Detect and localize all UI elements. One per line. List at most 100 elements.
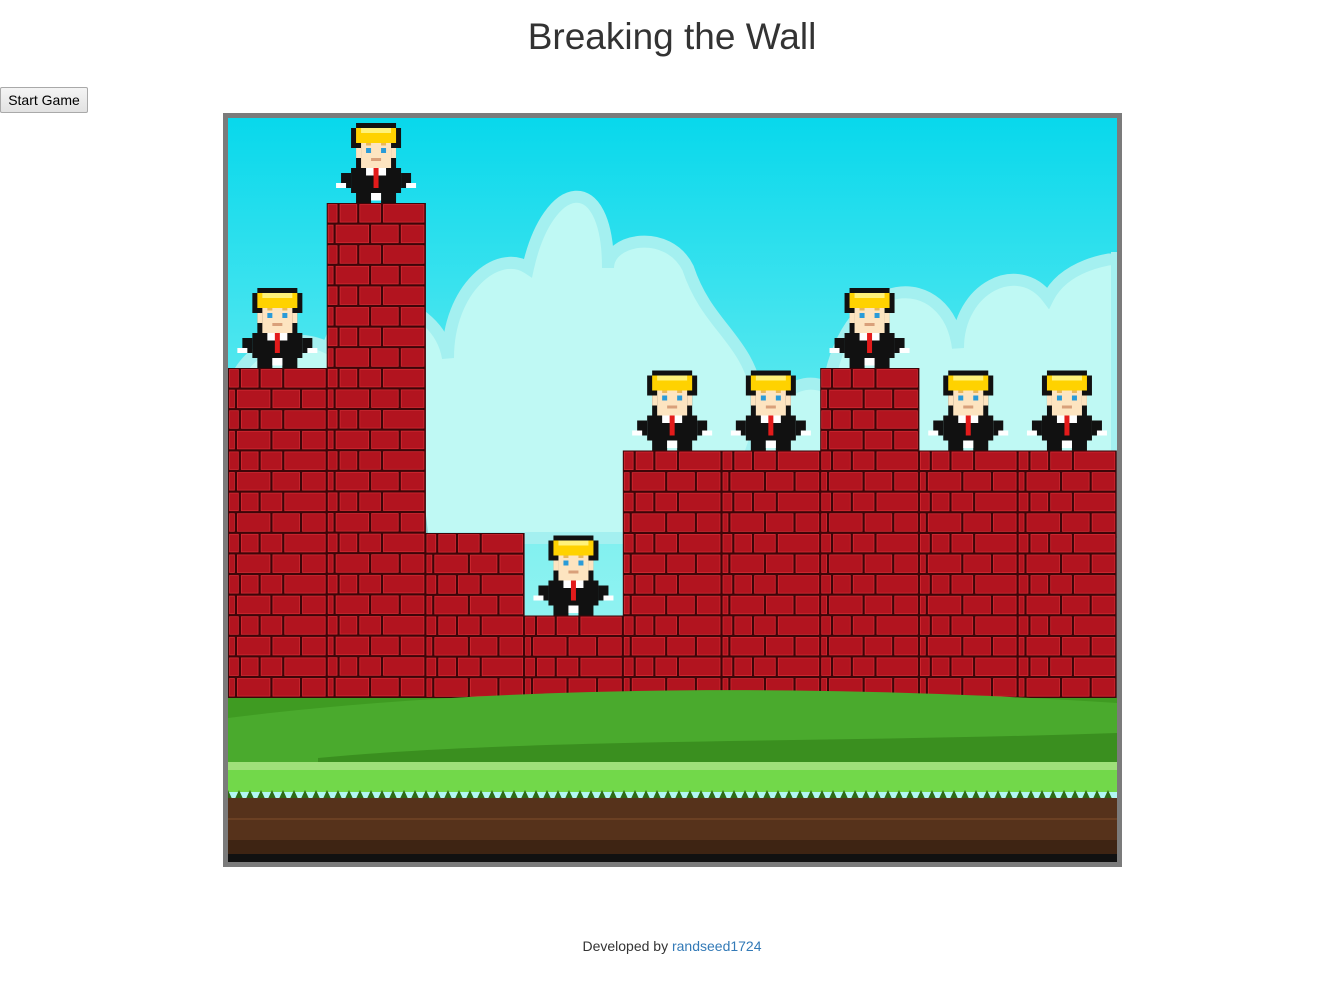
brick[interactable] [623,513,630,532]
brick[interactable] [1073,575,1116,594]
brick[interactable] [722,657,733,677]
brick[interactable] [1030,533,1049,553]
brick[interactable] [722,451,733,471]
brick[interactable] [655,492,677,512]
brick[interactable] [963,472,991,491]
brick[interactable] [400,224,425,244]
brick[interactable] [236,472,271,491]
brick[interactable] [327,307,334,326]
brick[interactable] [635,616,654,635]
brick[interactable] [821,389,827,409]
brick[interactable] [426,678,433,697]
brick[interactable] [229,533,239,553]
wall-column[interactable] [622,450,722,699]
start-game-button[interactable]: Start Game [0,87,88,113]
brick[interactable] [302,472,326,491]
brick[interactable] [1073,616,1116,635]
brick[interactable] [993,595,1017,615]
brick[interactable] [829,472,863,491]
brick[interactable] [1026,472,1060,491]
brick[interactable] [927,637,962,656]
brick[interactable] [927,513,962,532]
brick[interactable] [795,513,820,532]
brick[interactable] [993,472,1017,491]
brick[interactable] [894,636,918,656]
brick[interactable] [284,492,326,512]
brick[interactable] [229,513,235,532]
brick[interactable] [1018,472,1025,491]
brick[interactable] [754,575,776,594]
brick[interactable] [229,492,239,512]
brick[interactable] [339,533,358,553]
brick[interactable] [730,554,764,574]
brick[interactable] [284,657,326,676]
brick[interactable] [229,369,239,388]
brick[interactable] [821,616,831,635]
brick[interactable] [236,430,271,450]
brick[interactable] [359,533,381,553]
brick[interactable] [931,451,950,471]
brick[interactable] [339,204,358,223]
brick[interactable] [667,513,695,532]
brick[interactable] [371,224,399,244]
brick[interactable] [335,471,370,491]
brick[interactable] [434,637,468,656]
brick[interactable] [795,595,820,615]
brick[interactable] [821,575,831,594]
brick[interactable] [821,492,831,512]
brick[interactable] [829,595,863,615]
brick[interactable] [327,513,334,532]
brick[interactable] [327,204,338,223]
brick[interactable] [284,575,326,594]
brick[interactable] [821,410,831,429]
brick[interactable] [894,554,918,573]
brick[interactable] [499,637,523,656]
brick[interactable] [1018,616,1029,635]
brick[interactable] [339,492,358,511]
brick[interactable] [696,513,721,532]
brick[interactable] [821,472,827,491]
brick[interactable] [667,637,695,656]
brick[interactable] [833,369,851,388]
brick[interactable] [400,554,425,573]
brick[interactable] [852,369,875,388]
brick[interactable] [631,554,666,574]
brick[interactable] [302,636,326,656]
brick[interactable] [894,430,918,450]
brick[interactable] [920,492,930,512]
brick[interactable] [359,492,381,511]
brick[interactable] [1073,657,1116,677]
brick[interactable] [272,595,300,615]
brick[interactable] [229,554,235,573]
brick[interactable] [833,533,851,553]
brick[interactable] [327,492,338,511]
brick[interactable] [400,265,425,285]
brick[interactable] [359,368,381,388]
brick[interactable] [833,616,851,635]
brick[interactable] [1030,575,1049,594]
brick[interactable] [260,410,283,429]
brick[interactable] [327,554,334,573]
brick[interactable] [679,451,721,471]
brick[interactable] [635,533,654,553]
brick[interactable] [339,327,358,347]
brick[interactable] [302,595,326,615]
brick[interactable] [1026,554,1060,574]
brick[interactable] [240,451,259,470]
brick[interactable] [1026,678,1060,697]
brick[interactable] [272,513,300,532]
brick[interactable] [339,368,358,388]
brick[interactable] [1050,575,1072,594]
brick[interactable] [458,575,480,594]
brick[interactable] [400,389,425,408]
brick[interactable] [722,637,729,656]
brick[interactable] [339,410,358,429]
brick[interactable] [537,657,555,677]
brick[interactable] [963,637,991,656]
brick[interactable] [1030,492,1049,512]
brick[interactable] [272,636,300,656]
brick[interactable] [920,657,930,677]
brick[interactable] [1073,492,1116,512]
brick[interactable] [1091,595,1116,615]
brick[interactable] [734,492,752,512]
